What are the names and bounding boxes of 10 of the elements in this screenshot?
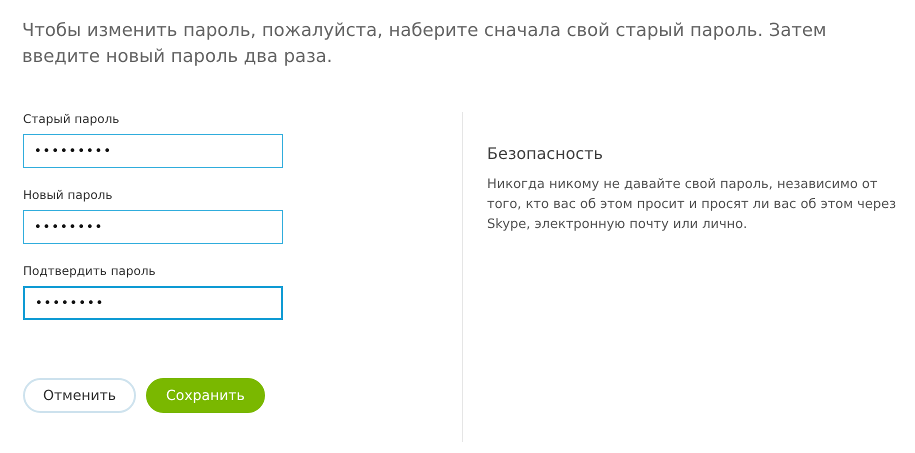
instruction-text: Чтобы изменить пароль, пожалуйста, наберите сначала свой старый пароль. Затем введите новый пароль два раза. [21,19,828,69]
password-field[interactable]: •••••••• [23,286,283,320]
password-field[interactable]: ••••••••• [23,134,283,168]
field-label: Подтвердить пароль [23,264,157,278]
field-label: Новый пароль [23,188,114,202]
field-label: Старый пароль [23,112,120,126]
cancel-button[interactable]: Отменить [23,378,136,413]
security-text: Никогда никому не давайте свой пароль, независимо от того, кто вас об этом просит и просят ли вас об этом через Skype, электронную почту или лично. [487,176,897,234]
password-field[interactable]: •••••••• [23,210,283,244]
section-title: Безопасность [487,144,604,163]
